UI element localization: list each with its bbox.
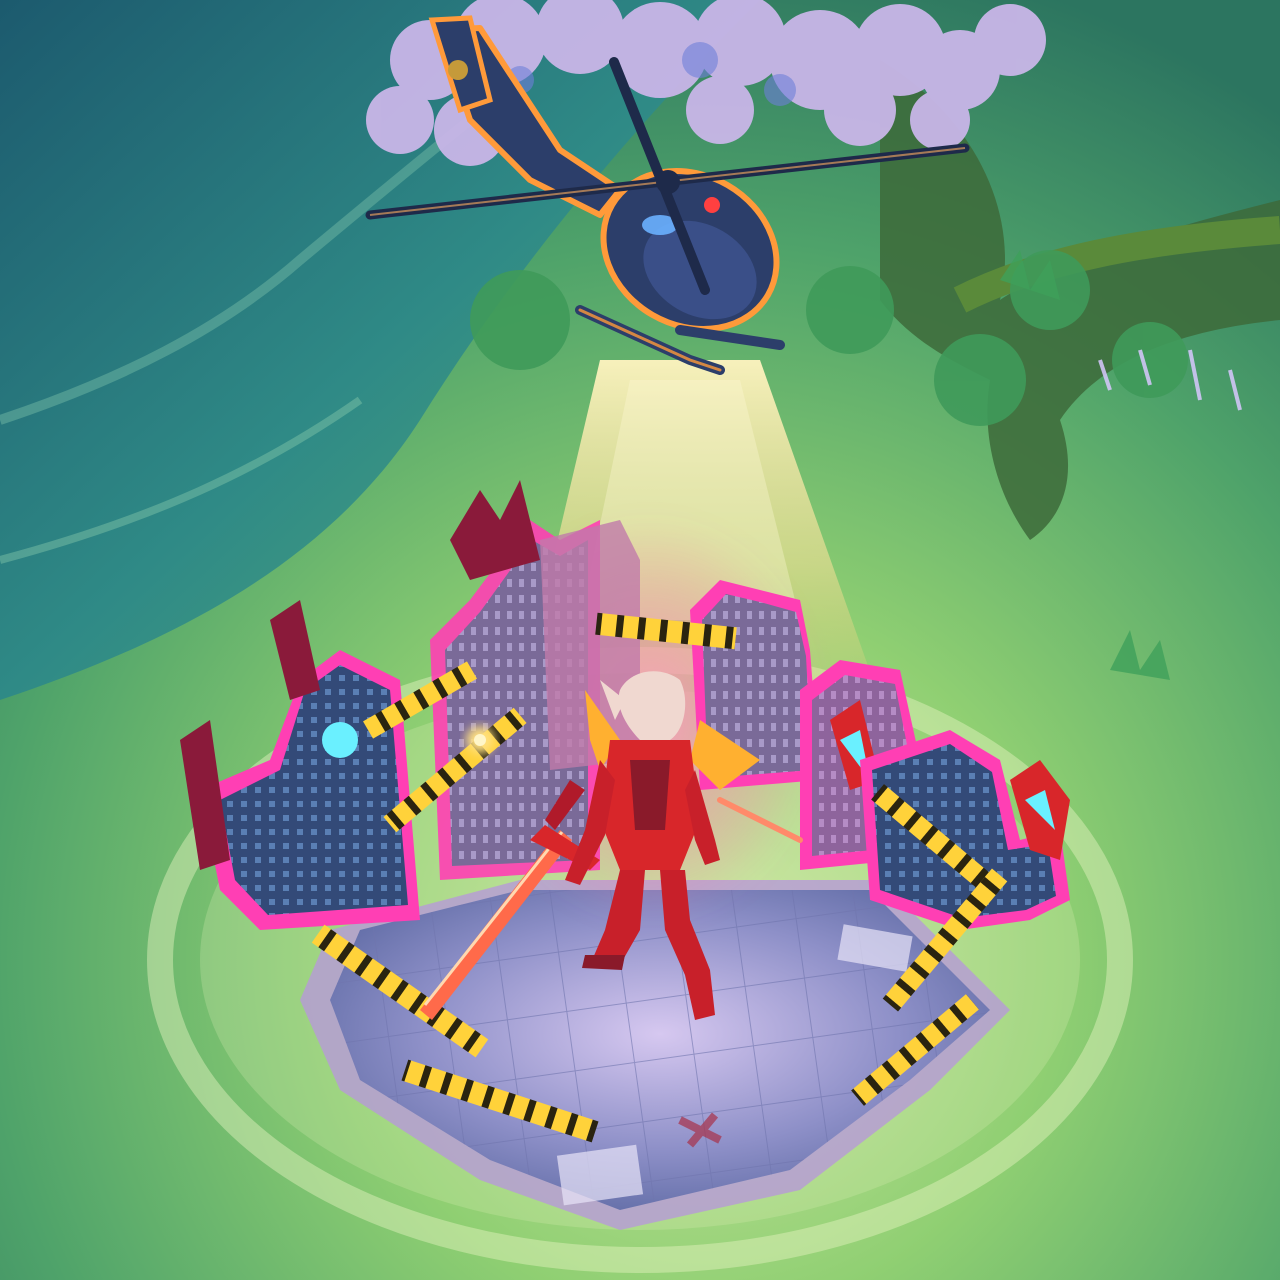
sparkle-icon: [466, 726, 494, 754]
game-scene: [0, 0, 1280, 1280]
scene-canvas: [0, 0, 1280, 1280]
